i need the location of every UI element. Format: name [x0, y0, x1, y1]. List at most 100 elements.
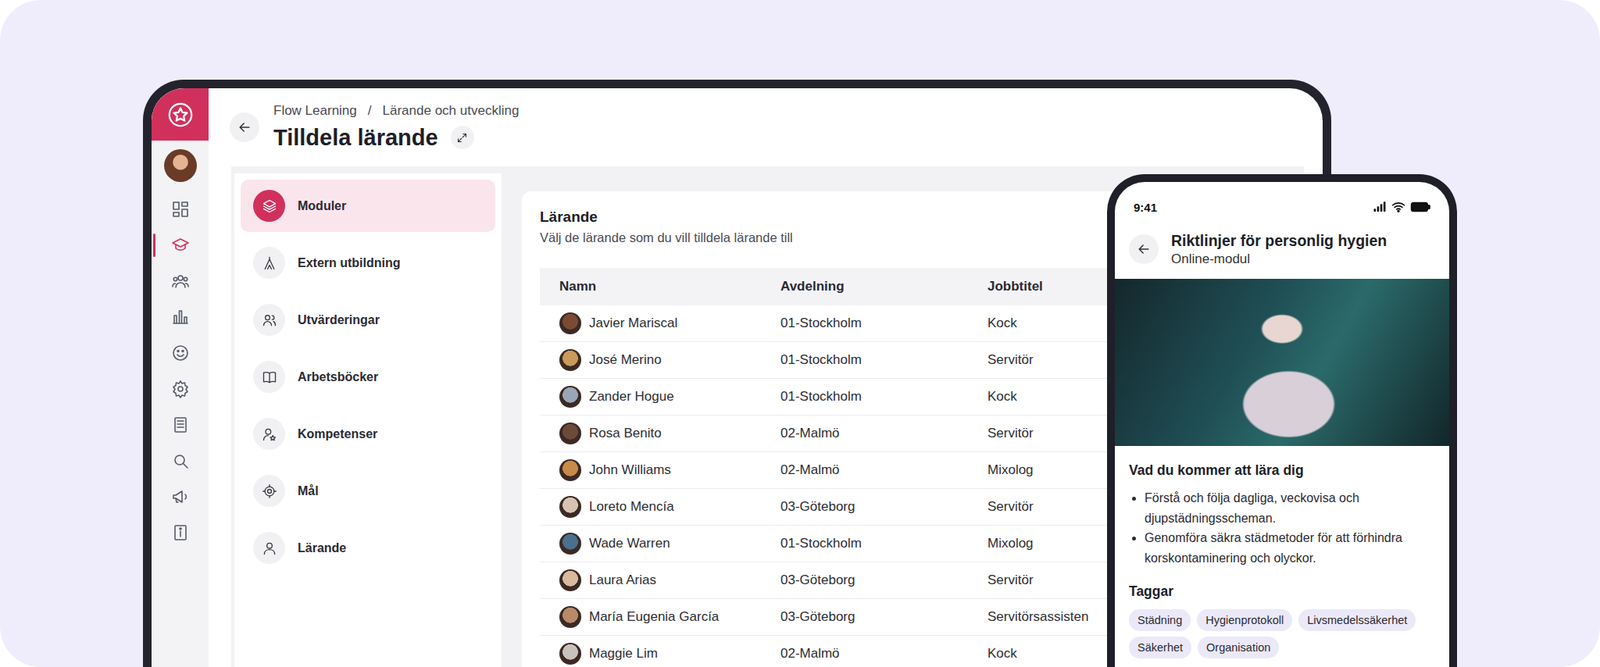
menu-icon-circle [253, 417, 286, 450]
menu-label: Utvärderingar [297, 313, 380, 328]
icon-graphic [171, 415, 190, 435]
icon-graphic [263, 208, 275, 212]
icon-graphic [456, 132, 468, 144]
table-cell: Maggie Lim [539, 642, 767, 665]
section-title: Vad du kommer att lära dig [1128, 461, 1436, 479]
learner-avatar [559, 385, 582, 408]
icon-graphic [171, 343, 190, 363]
table-cell: 02-Malmö [766, 425, 974, 442]
icon-graphic [263, 371, 275, 383]
hero-image [1114, 278, 1450, 447]
table-cell: Laura Arias [539, 569, 767, 592]
icon-graphic [1410, 196, 1431, 218]
sidebar-item[interactable] [151, 227, 209, 264]
tag[interactable]: Livsmedelssäkerhet [1298, 609, 1416, 632]
column-header[interactable]: Avdelning [766, 278, 974, 295]
tag[interactable]: Säkerhet [1128, 636, 1192, 659]
tag[interactable]: Hygienprotokoll [1196, 609, 1293, 632]
phone-header: Riktlinjer för personlig hygienOnline-mo… [1114, 230, 1450, 268]
icon-graphic [175, 244, 186, 250]
user-star-icon [261, 426, 278, 443]
icon-graphic [173, 310, 188, 324]
menu-icon-circle [253, 189, 286, 222]
sidebar-item[interactable] [151, 478, 209, 515]
icon-graphic [1372, 200, 1387, 215]
icon-graphic [175, 525, 186, 540]
icon-graphic [171, 523, 190, 543]
icon-graphic [261, 426, 278, 443]
table-cell: 01-Stockholm [766, 389, 974, 405]
sidebar-item[interactable] [151, 407, 209, 443]
sidebar-item[interactable] [151, 335, 209, 372]
tag-list: StädningHygienprotokollLivsmedelssäkerhe… [1128, 609, 1436, 659]
arrow-left-icon [1135, 241, 1152, 258]
learner-name: Zander Hogue [589, 389, 675, 405]
menu-icon-circle [253, 360, 286, 393]
icon-graphic [175, 417, 186, 433]
sidebar-item[interactable] [151, 371, 209, 408]
document-icon [171, 415, 190, 435]
learner-name: María Eugenia García [589, 609, 719, 625]
learner-avatar [559, 532, 582, 555]
title-row: Tilldela lärande [273, 122, 519, 153]
learner-avatar [559, 606, 582, 629]
icon-graphic [261, 369, 278, 386]
breadcrumb: Flow Learning / Lärande och utveckling [273, 102, 519, 120]
icon-graphic [172, 283, 189, 287]
menu-item[interactable]: Mål [240, 464, 496, 518]
page-title: Tilldela lärande [273, 122, 439, 153]
icon-graphic [171, 379, 190, 399]
menu-item[interactable]: Extern utbildning [240, 236, 496, 290]
search-icon [171, 451, 190, 471]
app-logo[interactable] [151, 88, 209, 141]
app-sidebar [151, 88, 209, 667]
user-avatar[interactable] [164, 149, 197, 183]
breadcrumb-separator: / [367, 102, 372, 120]
breadcrumb-item[interactable]: Flow Learning [273, 102, 358, 120]
icon-graphic [171, 451, 190, 471]
sidebar-item[interactable] [151, 514, 209, 551]
breadcrumb-item[interactable]: Lärande och utveckling [382, 102, 520, 120]
page-background: Flow Learning / Lärande och utveckling Till… [0, 0, 1600, 667]
icon-graphic [1428, 205, 1430, 209]
column-header[interactable]: Namn [539, 278, 767, 295]
module-title: Riktlinjer för personlig hygien [1171, 230, 1387, 251]
icon-graphic [266, 542, 272, 549]
icon-graphic [182, 202, 188, 207]
icon-graphic [182, 209, 188, 217]
icon-graphic [236, 119, 253, 136]
module-type: Online-modul [1171, 250, 1387, 268]
icon-graphic [173, 277, 177, 281]
sidebar-item[interactable] [151, 191, 209, 228]
back-button[interactable] [229, 112, 260, 143]
sidebar-item[interactable] [151, 299, 209, 336]
bar-chart-icon [171, 307, 190, 327]
sidebar-item[interactable] [151, 263, 209, 300]
tag[interactable]: Organisation [1197, 636, 1279, 659]
sidebar-item[interactable] [151, 442, 209, 479]
status-bar: 9:41 [1114, 182, 1450, 215]
learner-name: Maggie Lim [589, 646, 658, 662]
icon-graphic [264, 486, 275, 497]
icon-graphic [1139, 245, 1149, 254]
expand-button[interactable] [450, 125, 475, 150]
learning-goal: Förstå och följa dagliga, veckovisa och … [1144, 488, 1436, 529]
learner-name: Loreto Mencía [589, 499, 675, 515]
menu-item[interactable]: Utvärderingar [240, 293, 496, 347]
back-button[interactable] [1128, 234, 1159, 265]
tag[interactable]: Städning [1128, 609, 1191, 632]
icon-graphic [173, 212, 179, 217]
icon-graphic [175, 282, 186, 288]
menu-icon-circle [253, 303, 286, 336]
icon-graphic [177, 350, 179, 353]
menu-item[interactable]: Lärande [240, 521, 496, 575]
icon-graphic [182, 350, 184, 353]
icon-graphic [262, 484, 276, 498]
menu-item[interactable]: Arbetsböcker [240, 350, 496, 404]
icon-graphic [261, 483, 278, 500]
menu-icon-circle [253, 475, 286, 508]
book-icon [261, 369, 278, 386]
menu-item[interactable]: Moduler [240, 179, 496, 233]
menu-item[interactable]: Kompetenser [240, 407, 496, 461]
menu-icon-circle [253, 246, 286, 279]
